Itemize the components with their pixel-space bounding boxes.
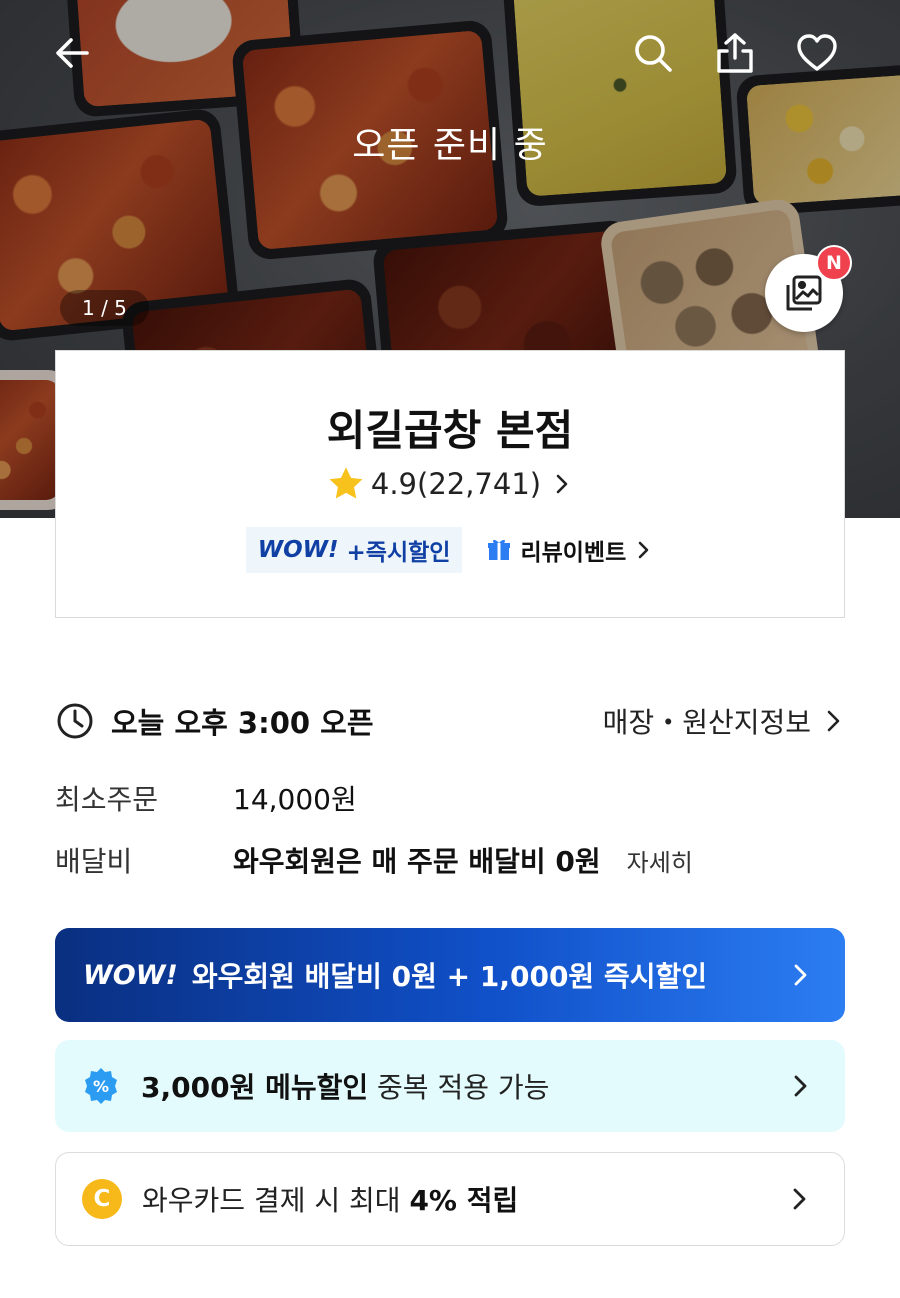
share-button[interactable] (710, 28, 760, 78)
wow-card-banner[interactable]: C 와우카드 결제 시 최대 4% 적립 (55, 1152, 845, 1246)
min-order-label: 최소주문 (55, 783, 159, 816)
delivery-fee-label: 배달비 (55, 845, 133, 878)
chevron-right-icon (794, 1075, 807, 1097)
image-page-counter: 1 / 5 (60, 290, 149, 326)
wow-card-text: 와우카드 결제 시 최대 4% 적립 (142, 1179, 518, 1219)
svg-text:%: % (93, 1077, 109, 1096)
chevron-right-icon (794, 964, 807, 986)
store-status-label: 오픈 준비 중 (352, 125, 548, 166)
gift-icon (488, 539, 511, 560)
favorite-button[interactable] (792, 28, 842, 78)
store-origin-info-link[interactable]: 매장・원산지정보 (603, 701, 845, 741)
wow-membership-banner[interactable]: WOW! 와우회원 배달비 0원 + 1,000원 즉시할인 (55, 928, 845, 1022)
delivery-fee-value: 와우회원은 매 주문 배달비 0원 (233, 845, 601, 878)
wow-card-reward: 4% 적립 (409, 1184, 519, 1217)
photo-gallery-icon (786, 275, 822, 311)
menu-discount-banner[interactable]: % 3,000원 메뉴할인 중복 적용 가능 (55, 1040, 845, 1132)
delivery-fee-detail-link[interactable]: 자세히 (627, 843, 693, 878)
back-button[interactable] (48, 28, 98, 78)
rating-link[interactable]: 4.9 (22,741) (56, 465, 844, 503)
coin-icon: C (82, 1179, 122, 1219)
heart-icon (797, 34, 837, 71)
review-event-link[interactable]: 리뷰이벤트 (486, 533, 654, 567)
hero-top-bar (0, 0, 900, 110)
menu-discount-amount: 3,000원 메뉴할인 (141, 1071, 369, 1104)
wow-banner-text: 와우회원 배달비 0원 + 1,000원 즉시할인 (191, 960, 707, 993)
star-icon (329, 467, 363, 499)
review-count: (22,741) (417, 467, 542, 501)
chevron-right-icon (638, 541, 649, 559)
open-time-row: 오늘 오후 3:00 오픈 매장・원산지정보 (55, 698, 845, 744)
wow-discount-pill[interactable]: WOW! +즉시할인 (245, 527, 463, 573)
percent-badge-icon: % (85, 1068, 117, 1104)
chevron-right-icon (556, 474, 568, 494)
menu-discount-note: 중복 적용 가능 (368, 1071, 550, 1104)
delivery-fee-row: 배달비 와우회원은 매 주문 배달비 0원 자세히 (55, 838, 845, 882)
search-icon (635, 35, 672, 72)
store-name: 외길곱창 본점 (326, 406, 574, 455)
chevron-right-icon (793, 1188, 806, 1210)
chevron-right-icon (827, 710, 840, 732)
clock-icon (57, 703, 93, 739)
rating-value: 4.9 (370, 467, 417, 501)
origin-link-label: 매장・원산지정보 (602, 706, 811, 739)
min-order-row: 최소주문 14,000원 (55, 776, 845, 820)
arrow-left-icon (56, 38, 89, 68)
open-time-text: 오늘 오후 3:00 오픈 (111, 706, 374, 740)
wow-pill-text: +즉시할인 (346, 540, 451, 566)
search-button[interactable] (628, 28, 678, 78)
review-event-label: 리뷰이벤트 (520, 540, 627, 566)
store-info-card: 외길곱창 본점 4.9 (22,741) WOW! +즉시할인 리뷰이벤트 (55, 350, 845, 618)
new-badge: N (816, 245, 852, 281)
wow-logo: WOW! (257, 537, 339, 563)
menu-discount-text: 3,000원 메뉴할인 중복 적용 가능 (141, 1066, 549, 1106)
wow-card-prefix: 와우카드 결제 시 최대 (142, 1184, 410, 1217)
share-icon (717, 33, 753, 73)
wow-logo: WOW! (83, 959, 178, 991)
min-order-value: 14,000원 (233, 783, 357, 816)
promo-row: WOW! +즉시할인 리뷰이벤트 (56, 527, 844, 573)
